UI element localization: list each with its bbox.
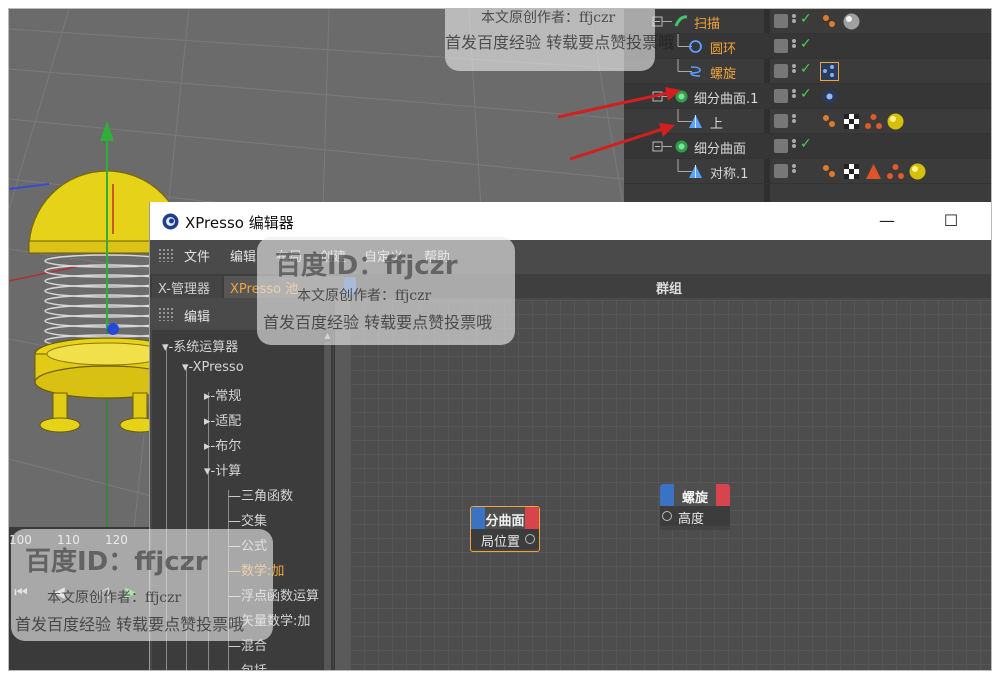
annotation-arrows xyxy=(557,87,681,161)
screenshot-frame: 100 110 120 ⏮ ◀ ◁ ▶ 扫描 ✓ 圆环 ✓ 螺旋 ✓ 细分曲面.… xyxy=(8,8,992,671)
